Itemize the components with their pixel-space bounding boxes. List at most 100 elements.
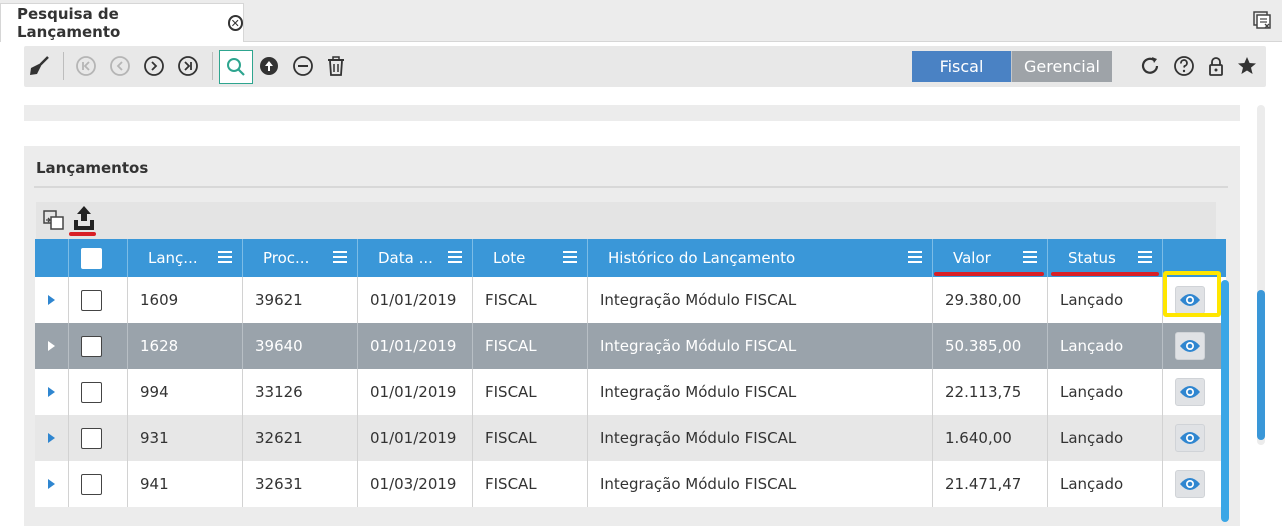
grid-scrollbar[interactable] xyxy=(1221,280,1229,522)
table-row[interactable]: 1609 39621 01/01/2019 FISCAL Integração … xyxy=(35,277,1226,323)
broom-icon[interactable] xyxy=(27,54,51,78)
header-expander xyxy=(35,239,69,277)
remove-icon[interactable] xyxy=(291,54,315,78)
view-button[interactable] xyxy=(1175,424,1205,452)
lock-icon[interactable] xyxy=(1204,54,1228,78)
trash-icon[interactable] xyxy=(324,54,348,78)
row-select[interactable] xyxy=(69,369,128,415)
cell-processo: 39621 xyxy=(243,277,358,323)
next-record-icon[interactable] xyxy=(142,54,166,78)
view-button[interactable] xyxy=(1175,378,1205,406)
tab-pesquisa-lancamento[interactable]: Pesquisa de Lançamento ✕ xyxy=(0,3,244,42)
cell-valor: 22.113,75 xyxy=(933,369,1048,415)
eye-icon xyxy=(1180,386,1200,398)
table-row[interactable]: 941 32631 01/03/2019 FISCAL Integração M… xyxy=(35,461,1226,507)
cell-historico: Integração Módulo FISCAL xyxy=(588,415,933,461)
column-header-lote[interactable]: Lote xyxy=(473,239,588,277)
cell-actions xyxy=(1163,415,1226,461)
row-select[interactable] xyxy=(69,461,128,507)
column-chooser-icon[interactable] xyxy=(42,208,66,232)
cell-actions xyxy=(1163,369,1226,415)
view-button[interactable] xyxy=(1175,332,1205,360)
grid-tools xyxy=(36,202,1216,240)
column-header-data[interactable]: Data ... xyxy=(358,239,473,277)
row-expander[interactable] xyxy=(35,323,69,369)
star-icon[interactable] xyxy=(1235,54,1259,78)
page-scrollbar-thumb[interactable] xyxy=(1257,290,1265,440)
cell-processo: 33126 xyxy=(243,369,358,415)
table-row[interactable]: 931 32621 01/01/2019 FISCAL Integração M… xyxy=(35,415,1226,461)
panel-title: Lançamentos xyxy=(36,159,149,177)
column-menu-icon[interactable] xyxy=(908,251,922,263)
grid-header: Lanç... Proc... Data ... Lote Histórico … xyxy=(35,239,1226,277)
column-header-processo[interactable]: Proc... xyxy=(243,239,358,277)
cell-lancamento: 941 xyxy=(128,461,243,507)
row-expander[interactable] xyxy=(35,415,69,461)
cell-lancamento: 1628 xyxy=(128,323,243,369)
fiscal-gerencial-toggle: Fiscal Gerencial xyxy=(912,51,1112,82)
cell-status: Lançado xyxy=(1048,415,1163,461)
column-menu-icon[interactable] xyxy=(448,251,462,263)
cell-lancamento: 994 xyxy=(128,369,243,415)
row-expander[interactable] xyxy=(35,277,69,323)
column-menu-icon[interactable] xyxy=(1023,251,1037,263)
cell-lancamento: 931 xyxy=(128,415,243,461)
annotation-underline-status xyxy=(1051,272,1159,276)
search-button[interactable] xyxy=(219,50,253,84)
row-checkbox[interactable] xyxy=(81,427,102,449)
row-checkbox[interactable] xyxy=(81,381,102,403)
row-select[interactable] xyxy=(69,415,128,461)
column-menu-icon[interactable] xyxy=(1138,251,1152,263)
header-select-all[interactable] xyxy=(69,239,128,277)
last-record-icon[interactable] xyxy=(176,54,200,78)
toggle-gerencial[interactable]: Gerencial xyxy=(1011,51,1112,82)
expand-arrow-icon[interactable] xyxy=(48,387,55,397)
tab-bar: Pesquisa de Lançamento ✕ xyxy=(0,0,1282,42)
toggle-fiscal[interactable]: Fiscal xyxy=(912,51,1011,82)
annotation-highlight-view xyxy=(1163,271,1221,317)
refresh-icon[interactable] xyxy=(1138,54,1162,78)
help-icon[interactable] xyxy=(1172,54,1196,78)
cell-lote: FISCAL xyxy=(473,461,588,507)
filter-panel xyxy=(24,105,1240,121)
cell-data: 01/01/2019 xyxy=(358,369,473,415)
row-select[interactable] xyxy=(69,323,128,369)
toolbar-separator xyxy=(212,52,213,80)
row-expander[interactable] xyxy=(35,369,69,415)
previous-record-icon[interactable] xyxy=(108,54,132,78)
row-checkbox[interactable] xyxy=(81,335,102,357)
tab-title: Pesquisa de Lançamento xyxy=(17,5,121,41)
column-menu-icon[interactable] xyxy=(563,251,577,263)
expand-arrow-icon[interactable] xyxy=(48,433,55,443)
row-expander[interactable] xyxy=(35,461,69,507)
cell-historico: Integração Módulo FISCAL xyxy=(588,369,933,415)
lancamentos-grid: Lanç... Proc... Data ... Lote Histórico … xyxy=(35,239,1226,507)
table-row[interactable]: 1628 39640 01/01/2019 FISCAL Integração … xyxy=(35,323,1226,369)
eye-icon xyxy=(1180,478,1200,490)
expand-arrow-icon[interactable] xyxy=(48,341,55,351)
cell-historico: Integração Módulo FISCAL xyxy=(588,461,933,507)
cell-processo: 39640 xyxy=(243,323,358,369)
column-menu-icon[interactable] xyxy=(333,251,347,263)
upload-icon[interactable] xyxy=(257,54,281,78)
select-all-checkbox[interactable] xyxy=(81,247,102,269)
column-header-lancamento[interactable]: Lanç... xyxy=(128,239,243,277)
search-icon xyxy=(227,58,245,76)
row-checkbox[interactable] xyxy=(81,473,102,495)
expand-arrow-icon[interactable] xyxy=(48,295,55,305)
view-button[interactable] xyxy=(1175,470,1205,498)
window-list-icon[interactable] xyxy=(1252,10,1272,30)
close-icon[interactable]: ✕ xyxy=(227,15,243,31)
table-row[interactable]: 994 33126 01/01/2019 FISCAL Integração M… xyxy=(35,369,1226,415)
export-icon[interactable] xyxy=(70,204,98,232)
row-select[interactable] xyxy=(69,277,128,323)
cell-data: 01/01/2019 xyxy=(358,277,473,323)
cell-status: Lançado xyxy=(1048,323,1163,369)
expand-arrow-icon[interactable] xyxy=(48,479,55,489)
first-record-icon[interactable] xyxy=(74,54,98,78)
row-checkbox[interactable] xyxy=(81,289,102,311)
column-header-historico[interactable]: Histórico do Lançamento xyxy=(588,239,933,277)
cell-lote: FISCAL xyxy=(473,415,588,461)
column-menu-icon[interactable] xyxy=(218,251,232,263)
cell-valor: 29.380,00 xyxy=(933,277,1048,323)
